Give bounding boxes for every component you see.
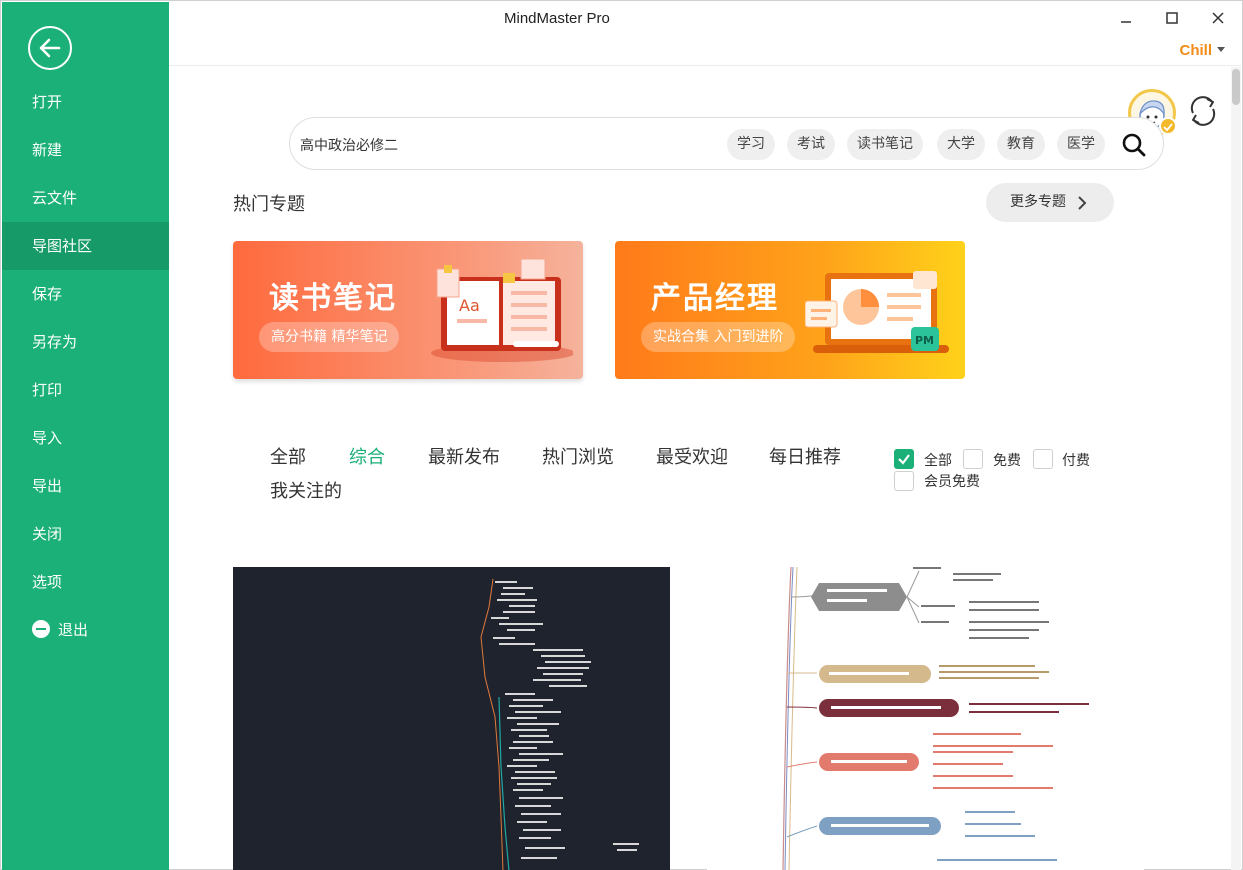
maximize-icon — [1166, 12, 1178, 24]
sidebar-item-open[interactable]: 打开 — [2, 78, 169, 126]
tab-hot-browse[interactable]: 热门浏览 — [542, 443, 614, 469]
minus-circle-icon — [32, 620, 50, 638]
close-window-button[interactable] — [1207, 8, 1229, 28]
checkbox-label-all[interactable]: 全部 — [924, 450, 952, 470]
sidebar-item-close[interactable]: 关闭 — [2, 510, 169, 558]
sidebar-item-save[interactable]: 保存 — [2, 270, 169, 318]
tab-comprehensive[interactable]: 综合 — [349, 443, 385, 469]
file-menu-sidebar: 打开 新建 云文件 导图社区 保存 另存为 打印 导入 导出 关闭 选项 退出 — [2, 2, 169, 870]
banner-title: 产品经理 — [651, 281, 779, 316]
tab-all[interactable]: 全部 — [270, 443, 306, 469]
sidebar-item-exit[interactable]: 退出 — [2, 606, 169, 654]
tab-following[interactable]: 我关注的 — [270, 477, 342, 503]
search-tag-medicine[interactable]: 医学 — [1057, 129, 1105, 160]
topic-banner-reading-notes[interactable]: 读书笔记 高分书籍 精华笔记 Aa — [233, 241, 583, 379]
laptop-illustration-icon: PM — [805, 271, 949, 353]
sidebar-item-cloud-files[interactable]: 云文件 — [2, 174, 169, 222]
minimize-icon — [1121, 21, 1131, 23]
banner-subtitle: 高分书籍 精华笔记 — [259, 322, 400, 352]
user-menu[interactable]: Chill — [1180, 42, 1225, 59]
book-illustration-icon: Aa — [431, 258, 573, 362]
refresh-icon — [1190, 96, 1216, 126]
back-button[interactable] — [28, 26, 72, 70]
search-tag-study[interactable]: 学习 — [727, 129, 775, 160]
book-badge-text: Aa — [459, 296, 480, 315]
search-tag-university[interactable]: 大学 — [937, 129, 985, 160]
sidebar-item-community[interactable]: 导图社区 — [2, 222, 169, 270]
checkbox-label-paid[interactable]: 付费 — [1062, 450, 1090, 470]
topic-banner-product-manager[interactable]: 产品经理 实战合集 入门到进阶 PM — [615, 241, 965, 379]
mindmap-thumbnail-dark — [480, 578, 639, 870]
tab-most-liked[interactable]: 最受欢迎 — [656, 443, 728, 469]
search-input[interactable]: 高中政治必修二 — [300, 135, 398, 155]
tab-daily-picks[interactable]: 每日推荐 — [769, 443, 841, 469]
search-bar: 高中政治必修二 学习 考试 读书笔记 大学 教育 医学 — [289, 117, 1164, 170]
close-icon — [1212, 12, 1224, 24]
more-topics-button[interactable]: 更多专题 — [986, 183, 1114, 222]
checkbox-label-free[interactable]: 免费 — [993, 450, 1021, 470]
app-title: MindMaster Pro — [504, 10, 610, 27]
sidebar-item-save-as[interactable]: 另存为 — [2, 318, 169, 366]
search-button[interactable] — [1120, 131, 1148, 159]
search-tag-education[interactable]: 教育 — [997, 129, 1045, 160]
mindmaster-window: 打开 新建 云文件 导图社区 保存 另存为 打印 导入 导出 关闭 选项 退出 … — [0, 0, 1243, 870]
search-tag-reading-notes[interactable]: 读书笔记 — [847, 129, 923, 160]
checkbox-free[interactable] — [963, 449, 983, 469]
banner-title: 读书笔记 — [269, 281, 397, 316]
banner-subtitle: 实战合集 入门到进阶 — [641, 322, 796, 352]
vertical-scrollbar[interactable] — [1231, 67, 1241, 870]
search-icon — [1122, 133, 1146, 157]
mindmap-thumbnail-light — [782, 567, 1089, 870]
template-card-light-mindmap[interactable] — [707, 567, 1144, 870]
minimize-button[interactable] — [1115, 8, 1137, 28]
checkbox-label-member-free[interactable]: 会员免费 — [924, 471, 980, 491]
title-bar: MindMaster Pro Chill — [169, 2, 1241, 66]
hot-topics-title: 热门专题 — [233, 194, 305, 215]
arrow-left-icon — [39, 38, 61, 58]
sidebar-item-new[interactable]: 新建 — [2, 126, 169, 174]
chevron-right-icon — [1078, 196, 1087, 210]
refresh-button[interactable] — [1185, 93, 1221, 129]
sidebar-item-print[interactable]: 打印 — [2, 366, 169, 414]
checkmark-icon — [898, 454, 910, 465]
sidebar-item-import[interactable]: 导入 — [2, 414, 169, 462]
checkbox-paid[interactable] — [1033, 449, 1053, 469]
scrollbar-thumb[interactable] — [1232, 69, 1240, 105]
search-tag-exam[interactable]: 考试 — [787, 129, 835, 160]
tab-latest[interactable]: 最新发布 — [428, 443, 500, 469]
sidebar-item-export[interactable]: 导出 — [2, 462, 169, 510]
maximize-button[interactable] — [1161, 8, 1183, 28]
checkbox-member-free[interactable] — [894, 471, 914, 491]
sidebar-item-options[interactable]: 选项 — [2, 558, 169, 606]
pm-badge-text: PM — [915, 334, 934, 347]
checkbox-all[interactable] — [894, 449, 914, 469]
caret-down-icon — [1217, 47, 1225, 52]
template-card-dark-mindmap[interactable] — [233, 567, 670, 870]
